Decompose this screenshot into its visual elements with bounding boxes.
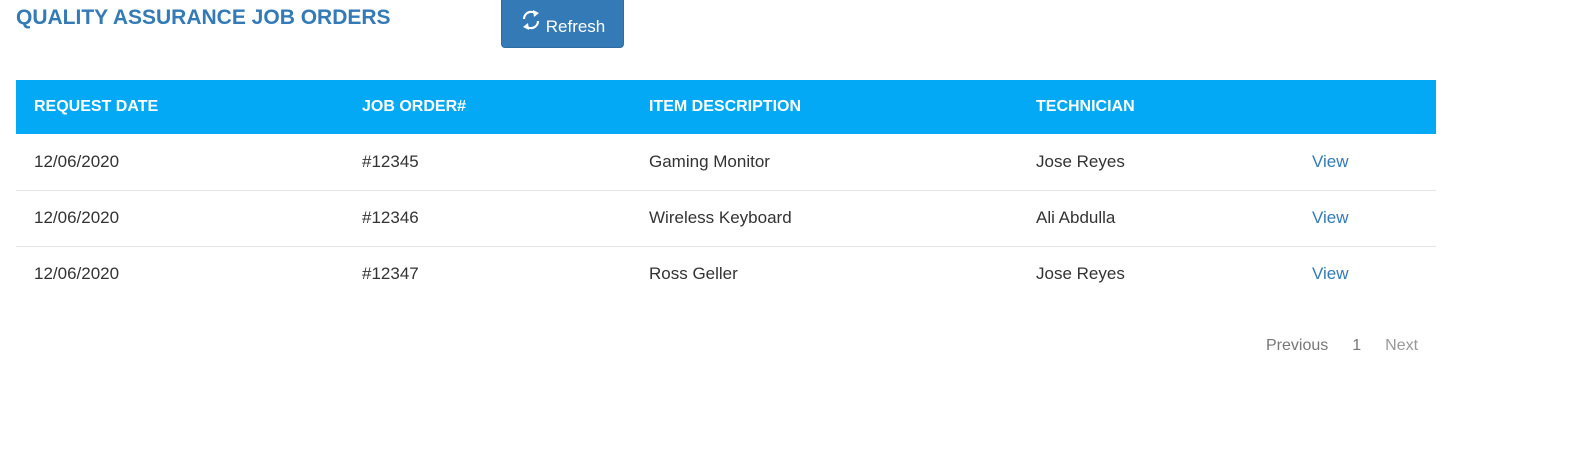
pagination-previous[interactable]: Previous: [1258, 337, 1336, 355]
job-orders-table: REQUEST DATE JOB ORDER# ITEM DESCRIPTION…: [16, 80, 1436, 302]
cell-item-description: Gaming Monitor: [649, 151, 770, 171]
cell-request-date: 12/06/2020: [34, 208, 120, 227]
cell-action: View: [1294, 134, 1436, 190]
cell-action: View: [1294, 246, 1436, 302]
refresh-button[interactable]: Refresh: [501, 0, 624, 48]
cell-action: View: [1294, 190, 1436, 246]
table-row: 12/06/2020 #12345 Gaming Monitor Jose Re…: [16, 134, 1436, 190]
pagination-page-1[interactable]: 1: [1344, 337, 1369, 355]
cell-job-order: #12347: [362, 264, 419, 284]
cell-technician: Jose Reyes: [1036, 151, 1125, 171]
table-row: 12/06/2020 #12347 Ross Geller Jose Reyes…: [16, 246, 1436, 302]
table-header-row: REQUEST DATE JOB ORDER# ITEM DESCRIPTION…: [16, 80, 1436, 134]
cell-job-order: #12346: [362, 208, 419, 227]
cell-job-order: #12345: [362, 151, 419, 171]
cell-item-description: Ross Geller: [649, 264, 738, 284]
page-title: QUALITY ASSURANCE JOB ORDERS: [16, 6, 391, 29]
column-header-action: [1294, 80, 1436, 134]
pagination-next[interactable]: Next: [1377, 337, 1426, 355]
view-link[interactable]: View: [1312, 152, 1349, 171]
refresh-label: Refresh: [545, 16, 606, 36]
table-row: 12/06/2020 #12346 Wireless Keyboard Ali …: [16, 190, 1436, 246]
view-link[interactable]: View: [1312, 264, 1349, 283]
column-header-technician: TECHNICIAN: [1036, 98, 1135, 115]
column-header-request-date: REQUEST DATE: [34, 98, 159, 115]
column-header-item-description: ITEM DESCRIPTION: [649, 98, 802, 115]
refresh-icon: [520, 7, 542, 33]
view-link[interactable]: View: [1312, 208, 1349, 227]
cell-request-date: 12/06/2020: [34, 151, 120, 171]
pagination: Previous 1 Next: [1258, 337, 1426, 355]
column-header-job-order: JOB ORDER#: [362, 98, 467, 115]
cell-item-description: Wireless Keyboard: [649, 208, 792, 227]
cell-technician: Jose Reyes: [1036, 264, 1125, 284]
cell-request-date: 12/06/2020: [34, 264, 120, 284]
cell-technician: Ali Abdulla: [1036, 208, 1116, 227]
